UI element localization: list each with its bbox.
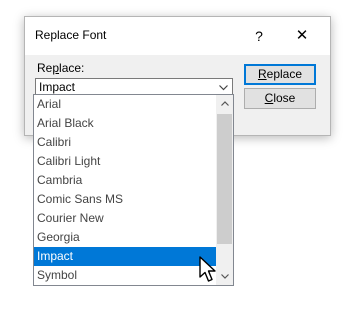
scroll-up-arrow-icon[interactable] [216, 95, 233, 112]
help-icon[interactable]: ? [244, 17, 274, 55]
dialog-title: Replace Font [35, 28, 107, 42]
font-option-comic-sans-ms[interactable]: Comic Sans MS [34, 190, 216, 209]
replace-button-accel: R [257, 67, 267, 81]
font-option-cambria[interactable]: Cambria [34, 171, 216, 190]
replace-font-value: Impact [39, 80, 76, 94]
font-option-courier-new[interactable]: Courier New [34, 209, 216, 228]
font-option-calibri-light[interactable]: Calibri Light [34, 152, 216, 171]
close-icon[interactable]: ✕ [287, 17, 317, 55]
replace-label: Replace: [37, 61, 84, 75]
close-button-label: lose [273, 91, 296, 105]
replace-button-label: eplace [266, 67, 303, 81]
font-list: Arial Arial Black Calibri Calibri Light … [34, 95, 216, 285]
close-button[interactable]: Close [244, 88, 316, 109]
font-option-impact[interactable]: Impact [34, 247, 216, 266]
font-option-georgia[interactable]: Georgia [34, 228, 216, 247]
font-option-arial[interactable]: Arial [34, 95, 216, 114]
chevron-down-icon[interactable] [215, 79, 232, 95]
replace-label-prefix: Re [37, 61, 53, 75]
mouse-pointer-icon [198, 256, 220, 284]
font-option-arial-black[interactable]: Arial Black [34, 114, 216, 133]
font-option-calibri[interactable]: Calibri [34, 133, 216, 152]
scrollbar-thumb[interactable] [217, 114, 232, 244]
replace-label-suffix: lace: [59, 61, 85, 75]
replace-button[interactable]: Replace [244, 64, 316, 85]
font-option-symbol[interactable]: Symbol [34, 266, 216, 285]
title-bar: Replace Font ? ✕ [25, 17, 330, 55]
